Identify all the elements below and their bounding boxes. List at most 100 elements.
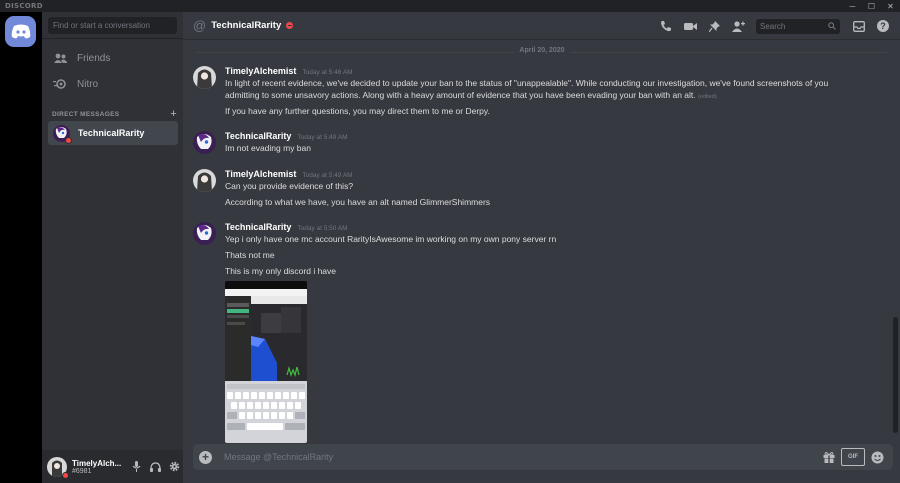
app-brand: DISCORD — [5, 2, 43, 10]
dnd-status-icon — [62, 471, 69, 479]
message-timestamp: Today at 5:50 AM — [297, 225, 348, 232]
phone-icon — [661, 21, 671, 32]
dm-sidebar: Find or start a conversation Friends Nit… — [42, 12, 183, 483]
deafen-button[interactable] — [146, 457, 165, 476]
close-button[interactable]: ✕ — [881, 0, 900, 12]
message-header: TechnicalRarity Today at 5:49 AM — [225, 131, 348, 141]
nav-nitro[interactable]: Nitro — [48, 73, 178, 95]
at-icon: @ — [193, 18, 207, 33]
pin-icon — [708, 20, 720, 32]
image-attachment[interactable] — [225, 281, 307, 443]
user-tag: #6981 — [72, 467, 92, 475]
avatar[interactable] — [193, 169, 216, 192]
headphones-icon — [150, 461, 162, 472]
message-text: Yep i only have one mc account RarityIsA… — [225, 234, 557, 244]
message-input[interactable]: Message @TechnicalRarity — [224, 452, 333, 462]
avatar[interactable] — [193, 66, 216, 89]
message-text: According to what we have, you have an a… — [225, 197, 491, 207]
nitro-icon — [53, 77, 67, 91]
server-rail — [0, 12, 42, 483]
inbox-button[interactable] — [847, 17, 871, 35]
edited-label: (edited) — [698, 94, 717, 100]
add-friends-to-dm-button[interactable] — [726, 17, 750, 35]
date-divider: April 20, 2020 — [197, 47, 887, 54]
chat-header: @ TechnicalRarity Search ? — [183, 12, 900, 40]
gif-button[interactable]: GIF — [841, 448, 865, 466]
user-info: TimelyAlch... #6981 — [72, 459, 121, 475]
user-settings-button[interactable] — [165, 457, 184, 476]
gear-icon — [170, 461, 180, 472]
dm-item-label: TechnicalRarity — [78, 128, 145, 138]
message-author[interactable]: TechnicalRarity — [225, 131, 291, 141]
add-user-icon — [731, 20, 745, 32]
help-icon: ? — [877, 20, 889, 32]
username: TimelyAlch... — [72, 458, 122, 468]
nav-friends[interactable]: Friends — [48, 47, 178, 69]
channel-title: TechnicalRarity — [211, 20, 282, 31]
direct-messages-heading: DIRECT MESSAGES + — [52, 108, 177, 120]
message-header: TimelyAlchemist Today at 5:49 AM — [225, 169, 353, 179]
message-timestamp: Today at 5:49 AM — [302, 172, 353, 179]
header-toolbar: Search ? — [654, 17, 895, 35]
friends-icon — [53, 51, 67, 65]
window-controls: ─ ☐ ✕ — [843, 0, 900, 12]
pinned-messages-button[interactable] — [702, 17, 726, 35]
window-titlebar: DISCORD ─ ☐ ✕ — [0, 0, 900, 12]
message-header: TechnicalRarity Today at 5:50 AM — [225, 222, 348, 232]
message-text: This is my only discord i have — [225, 266, 337, 276]
gift-icon — [823, 452, 835, 463]
avatar — [53, 124, 72, 144]
message-text-line: admitting to some unsavory actions. Alon… — [225, 90, 865, 103]
gif-icon: GIF — [841, 448, 865, 466]
create-dm-button[interactable]: + — [170, 108, 177, 120]
emoji-button[interactable] — [865, 448, 889, 466]
message-text: If you have any further questions, you m… — [225, 106, 490, 116]
sidebar-divider — [42, 38, 183, 39]
video-camera-icon — [683, 22, 697, 30]
message-author[interactable]: TimelyAlchemist — [225, 169, 296, 179]
message-text: Can you provide evidence of this? — [225, 181, 354, 191]
message-timestamp: Today at 5:49 AM — [297, 134, 348, 141]
inbox-icon — [853, 20, 865, 32]
avatar[interactable] — [47, 456, 69, 479]
emoji-icon — [871, 451, 883, 463]
message-text: In light of recent evidence, we've decid… — [225, 78, 829, 88]
direct-messages-label: DIRECT MESSAGES — [52, 110, 120, 118]
microphone-icon — [132, 461, 141, 472]
dnd-status-icon — [286, 22, 294, 29]
help-button[interactable]: ? — [871, 17, 895, 35]
message-text: Thats not me — [225, 250, 275, 260]
avatar[interactable] — [193, 131, 216, 154]
nav-friends-label: Friends — [77, 52, 111, 64]
composer-tools: GIF — [817, 448, 889, 466]
minimize-button[interactable]: ─ — [843, 0, 862, 12]
message-header: TimelyAlchemist Today at 5:46 AM — [225, 66, 353, 76]
gift-button[interactable] — [817, 448, 841, 466]
find-conversation-search[interactable]: Find or start a conversation — [48, 17, 177, 34]
message-composer: + Message @TechnicalRarity GIF — [193, 444, 893, 470]
message-text: admitting to some unsavory actions. Alon… — [225, 90, 696, 100]
user-controls — [127, 457, 184, 476]
message-author[interactable]: TechnicalRarity — [225, 222, 291, 232]
search-icon — [828, 22, 836, 30]
avatar[interactable] — [193, 222, 216, 245]
message-timestamp: Today at 5:46 AM — [302, 69, 353, 76]
chat-area: @ TechnicalRarity Search ? April 20, 202… — [183, 12, 900, 483]
start-voice-call-button[interactable] — [654, 17, 678, 35]
chat-scrollbar[interactable] — [893, 317, 898, 433]
mute-button[interactable] — [127, 457, 146, 476]
user-panel: TimelyAlch... #6981 — [42, 450, 183, 483]
message-author[interactable]: TimelyAlchemist — [225, 66, 296, 76]
nav-nitro-label: Nitro — [77, 78, 99, 90]
search-input[interactable]: Search — [756, 18, 840, 34]
message-text: Im not evading my ban — [225, 143, 311, 153]
home-button[interactable] — [5, 16, 36, 47]
dm-item-technicalrarity[interactable]: TechnicalRarity — [48, 121, 178, 145]
date-divider-label: April 20, 2020 — [514, 47, 570, 54]
start-video-call-button[interactable] — [678, 17, 702, 35]
maximize-button[interactable]: ☐ — [862, 0, 881, 12]
dnd-status-icon — [65, 136, 72, 144]
upload-button[interactable]: + — [199, 450, 212, 464]
search-placeholder: Search — [760, 21, 786, 31]
discord-logo-icon — [11, 24, 30, 39]
